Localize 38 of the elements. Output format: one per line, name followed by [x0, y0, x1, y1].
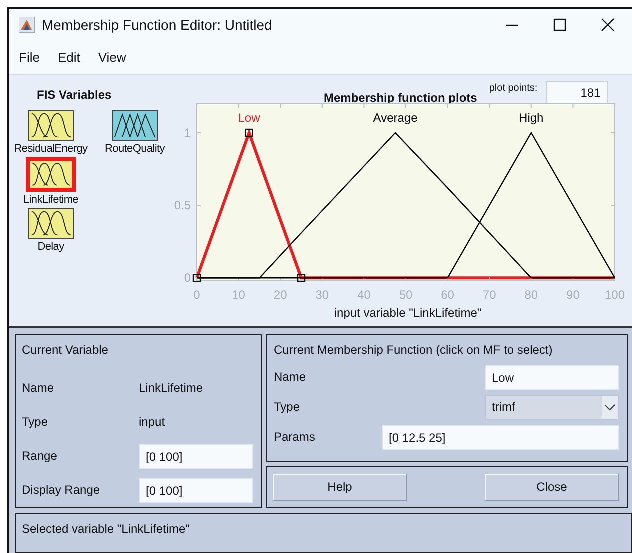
curve-label: Average [373, 111, 418, 126]
panel-title: Current Membership Function (click on MF to select) [274, 343, 554, 357]
field-label: Name [274, 370, 306, 384]
field-value: LinkLifetime [139, 381, 204, 395]
field-label: Type [22, 415, 50, 429]
x-tick-label: 70 [482, 288, 496, 302]
variable-label: ResidualEnergy [14, 143, 88, 155]
plot-title: Membership function plots [324, 91, 478, 105]
field-value: input [139, 415, 166, 429]
y-tick-label: 0 [184, 271, 191, 286]
variable-label: Delay [38, 241, 64, 253]
field-label: Params [274, 430, 316, 444]
window-title: Membership Function Editor: Untitled [42, 17, 274, 33]
panel-title: Current Variable [22, 343, 110, 357]
x-tick-label: 100 [604, 288, 626, 302]
x-tick-label: 10 [232, 288, 246, 302]
field-label: Display Range [22, 483, 102, 497]
variable-label: LinkLifetime [23, 194, 79, 206]
x-tick-label: 30 [316, 288, 330, 302]
plot-points-label: plot points: [489, 83, 538, 94]
variable-label: RouteQuality [105, 143, 165, 155]
curve-label: Low [238, 111, 260, 126]
y-tick-label: 0.5 [174, 198, 191, 213]
x-tick-label: 80 [524, 288, 538, 302]
x-tick-label: 90 [566, 288, 580, 302]
curve-label: High [519, 111, 544, 126]
x-axis-label: input variable "LinkLifetime" [333, 306, 483, 320]
x-tick-label: 20 [274, 288, 288, 302]
field-label: Range [22, 449, 58, 463]
y-tick-label: 1 [184, 126, 191, 140]
status-text: Selected variable "LinkLifetime" [22, 522, 190, 536]
section-title: FIS Variables [37, 88, 113, 102]
x-tick-label: 60 [441, 288, 454, 302]
x-tick-label: 50 [399, 288, 413, 302]
x-tick-label: 40 [358, 288, 371, 302]
field-label: Type [274, 400, 300, 414]
x-tick-label: 0 [194, 288, 200, 302]
field-label: Name [22, 381, 56, 395]
